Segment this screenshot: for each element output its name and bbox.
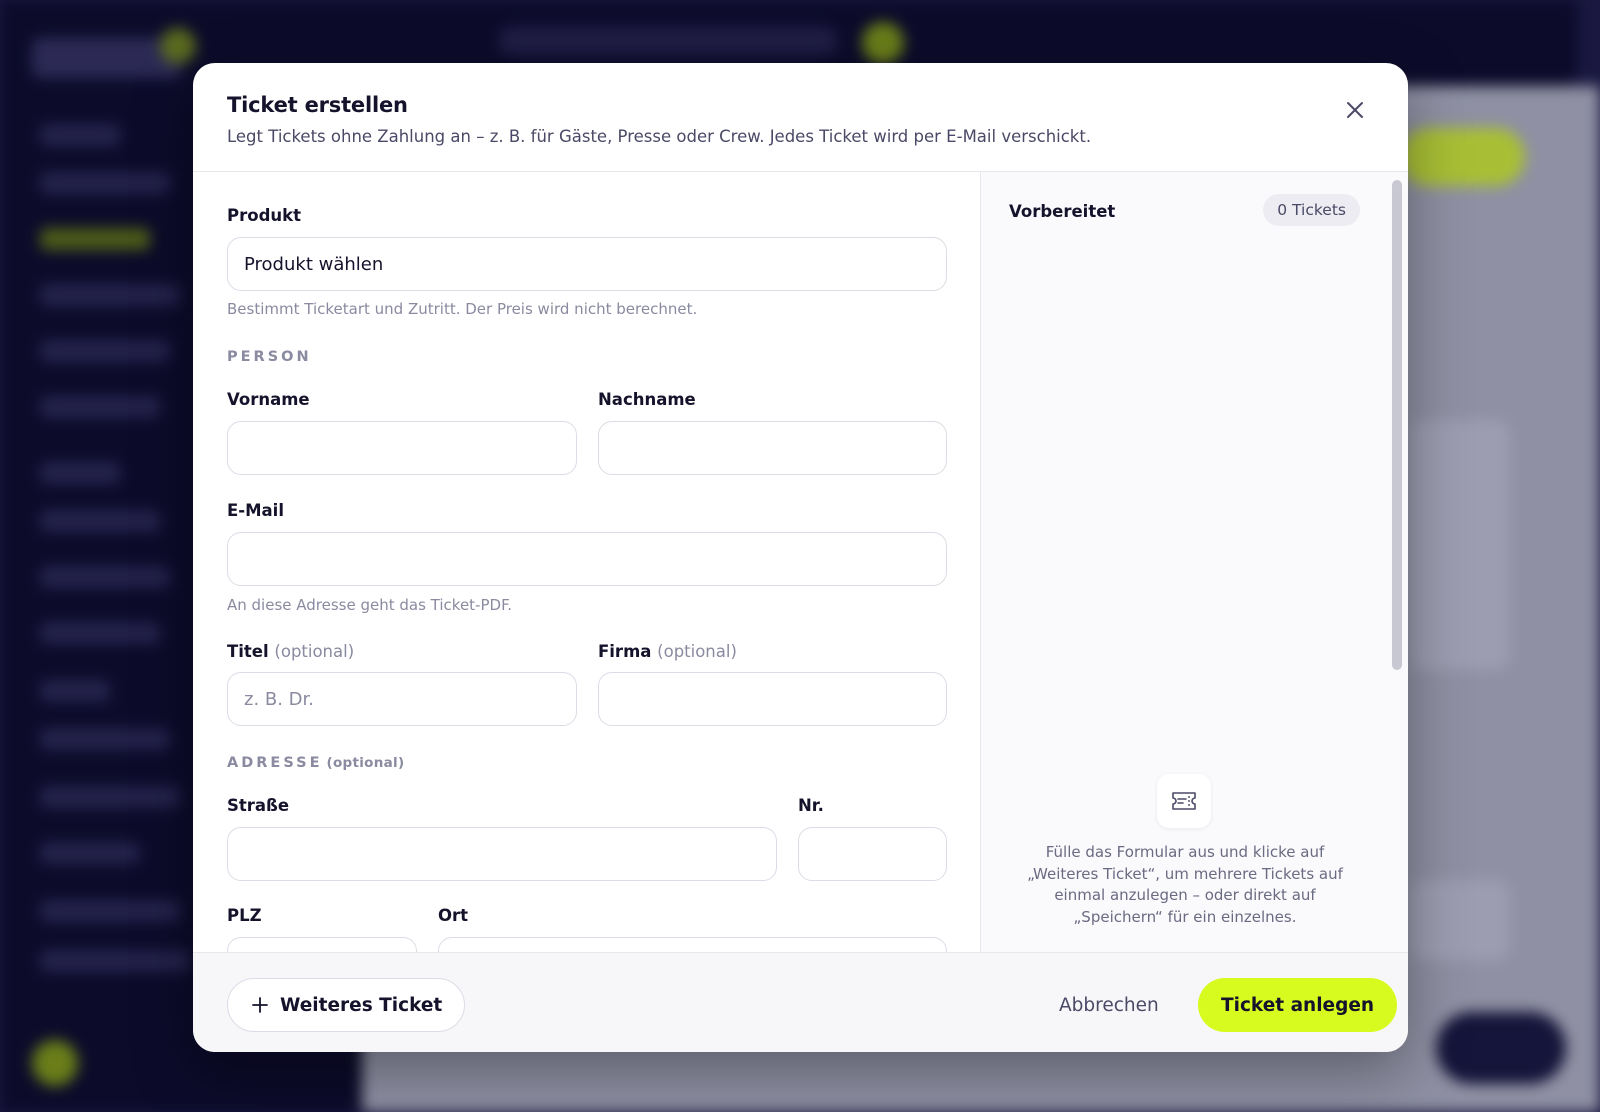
background-nav-item: [40, 566, 170, 588]
zip-label: PLZ: [227, 906, 262, 925]
ticket-count-badge: 0 Tickets: [1263, 194, 1360, 226]
add-another-ticket-label: Weiteres Ticket: [280, 994, 443, 1016]
background-dark-pill: [1436, 1012, 1566, 1084]
cancel-button[interactable]: Abbrechen: [1043, 978, 1175, 1032]
prepared-tickets-panel: Vorbereitet 0 Tickets Fülle das Formular…: [980, 172, 1408, 952]
background-nav-item: [40, 622, 160, 644]
company-optional-tag: (optional): [657, 642, 737, 661]
lastname-field[interactable]: [598, 421, 947, 475]
title-label: Titel (optional): [227, 642, 354, 661]
create-ticket-dialog: Ticket erstellen Legt Tickets ohne Zahlu…: [193, 63, 1408, 1052]
product-select-value: Produkt wählen: [244, 253, 384, 275]
product-label: Produkt: [227, 206, 301, 225]
title-label-text: Titel: [227, 642, 269, 661]
background-nav-item: [40, 510, 160, 532]
dialog-body: Produkt Produkt wählen Bestimmt Ticketar…: [193, 172, 1408, 952]
lastname-label: Nachname: [598, 390, 696, 409]
address-optional-tag: (optional): [326, 755, 405, 771]
house-number-field[interactable]: [798, 827, 947, 881]
dialog-title: Ticket erstellen: [227, 93, 408, 117]
background-card: [1410, 420, 1510, 670]
title-optional-tag: (optional): [274, 642, 355, 661]
close-button[interactable]: [1340, 95, 1370, 125]
background-nav-item: [40, 228, 150, 250]
background-avatar: [32, 1040, 78, 1086]
background-nav-item: [40, 728, 170, 750]
create-ticket-button[interactable]: Ticket anlegen: [1198, 978, 1398, 1032]
street-label: Straße: [227, 796, 290, 815]
background-nav-item: [40, 124, 120, 146]
email-hint: An diese Adresse geht das Ticket-PDF.: [227, 596, 513, 614]
prepared-tickets-title: Vorbereitet: [1009, 202, 1116, 221]
company-label: Firma (optional): [598, 642, 737, 661]
add-another-ticket-button[interactable]: Weiteres Ticket: [227, 978, 466, 1032]
dialog-subtitle: Legt Tickets ohne Zahlung an – z. B. für…: [227, 127, 1092, 146]
background-nav-item: [40, 900, 180, 922]
zip-field[interactable]: [227, 937, 417, 952]
ticket-form: Produkt Produkt wählen Bestimmt Ticketar…: [193, 172, 980, 952]
dialog-footer: Weiteres Ticket Abbrechen Ticket anlegen: [193, 952, 1408, 1052]
email-label: E-Mail: [227, 501, 284, 520]
city-label: Ort: [438, 906, 469, 925]
background-logo-dot: [160, 28, 196, 64]
email-field[interactable]: [227, 532, 947, 586]
company-label-text: Firma: [598, 642, 652, 661]
background-nav-item: [40, 396, 160, 418]
person-section-title: PERSON: [227, 349, 312, 365]
address-section-title: ADRESSE (optional): [227, 755, 404, 771]
background-search-pill: [498, 26, 838, 56]
plus-icon: [252, 997, 268, 1013]
background-nav-item: [40, 680, 110, 702]
title-field[interactable]: [227, 672, 577, 726]
empty-state-text: Fülle das Formular aus und klicke auf „W…: [1027, 843, 1343, 926]
background-nav-item: [40, 786, 180, 808]
product-select[interactable]: Produkt wählen: [227, 237, 947, 291]
background-top-dot: [862, 22, 904, 64]
street-field[interactable]: [227, 827, 777, 881]
firstname-label: Vorname: [227, 390, 310, 409]
house-number-label: Nr.: [798, 796, 824, 815]
firstname-field[interactable]: [227, 421, 577, 475]
background-nav-item: [40, 172, 170, 194]
product-hint: Bestimmt Ticketart und Zutritt. Der Prei…: [227, 300, 698, 318]
address-section-label: ADRESSE: [227, 755, 323, 771]
background-nav-item: [40, 462, 120, 484]
close-icon: [1347, 102, 1363, 118]
background-nav-item: [40, 842, 140, 864]
background-nav-item: [40, 950, 190, 972]
background-card: [1410, 880, 1510, 960]
background-primary-button: [1400, 128, 1525, 186]
ticket-icon: [1172, 792, 1196, 810]
background-nav-item: [40, 284, 180, 306]
city-field[interactable]: [438, 937, 947, 952]
panel-scrollbar[interactable]: [1392, 180, 1402, 670]
dialog-header: Ticket erstellen Legt Tickets ohne Zahlu…: [193, 63, 1408, 172]
background-nav-item: [40, 340, 170, 362]
empty-state-icon-box: [1157, 774, 1211, 828]
company-field[interactable]: [598, 672, 947, 726]
